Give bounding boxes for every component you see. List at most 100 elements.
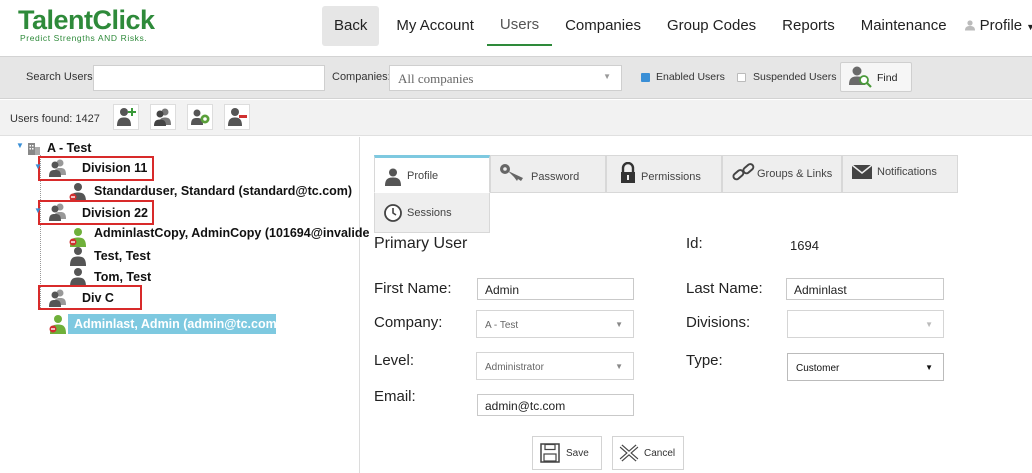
- user-icon: [70, 247, 86, 266]
- cancel-button[interactable]: Cancel: [612, 436, 684, 470]
- envelope-icon: [851, 164, 873, 179]
- tab-groups-links-label: Groups & Links: [757, 168, 833, 180]
- expand-triangle-icon[interactable]: ▼: [16, 141, 24, 150]
- link-icon: [732, 163, 755, 181]
- chevron-down-icon: ▼: [925, 363, 933, 372]
- tree-user-standard[interactable]: Standarduser, Standard (standard@tc.com): [94, 184, 352, 198]
- tab-sessions-label: Sessions: [407, 207, 452, 219]
- company-select-value: A - Test: [485, 320, 519, 331]
- nav-reports[interactable]: Reports: [769, 6, 848, 46]
- nav-my-account[interactable]: My Account: [383, 6, 487, 46]
- first-name-label: First Name:: [374, 280, 452, 297]
- tree-division-22[interactable]: Division 22: [82, 206, 148, 220]
- divisions-select[interactable]: ▼: [787, 310, 944, 338]
- suspended-admin-icon: [49, 315, 66, 334]
- companies-select[interactable]: All companies ▼: [389, 65, 622, 91]
- nav-profile-menu[interactable]: Profile ▼: [960, 6, 1032, 46]
- add-user-icon: [117, 108, 136, 126]
- building-icon: [28, 143, 40, 155]
- search-users-label: Search Users:: [26, 71, 96, 83]
- search-users-input[interactable]: [93, 65, 325, 91]
- cancel-label: Cancel: [644, 448, 676, 459]
- level-label: Level:: [374, 352, 415, 369]
- chevron-down-icon: ▼: [615, 362, 623, 371]
- tree-user-test[interactable]: Test, Test: [94, 249, 151, 263]
- company-select[interactable]: A - Test ▼: [476, 310, 634, 338]
- logo-tagline: Predict Strengths AND Risks.: [20, 33, 148, 43]
- level-select[interactable]: Administrator ▼: [476, 352, 634, 380]
- tab-password[interactable]: Password: [490, 155, 606, 193]
- talentclick-logo[interactable]: TalentClick Predict Strengths AND Risks.: [18, 6, 155, 43]
- tab-profile-label: Profile: [407, 170, 439, 182]
- key-icon: [500, 164, 523, 181]
- tree-user-admincopy[interactable]: AdminlastCopy, AdminCopy (101694@invalid…: [94, 226, 369, 240]
- first-name-input[interactable]: Admin: [477, 278, 634, 300]
- chevron-down-icon: ▼: [925, 320, 933, 329]
- group-icon: [49, 159, 66, 177]
- group-settings-button[interactable]: [187, 104, 213, 130]
- type-label: Type:: [686, 352, 723, 369]
- remove-user-button[interactable]: [224, 104, 250, 130]
- users-toolbar: Users found: 1427: [0, 100, 1032, 136]
- expand-triangle-icon[interactable]: ▼: [34, 206, 42, 215]
- tab-sessions[interactable]: Sessions: [374, 193, 490, 233]
- type-select[interactable]: Customer ▼: [787, 353, 944, 381]
- find-users-icon: [849, 66, 872, 88]
- tree-root-company[interactable]: A - Test: [47, 141, 91, 155]
- id-label: Id:: [686, 235, 703, 252]
- level-select-value: Administrator: [485, 362, 544, 373]
- add-user-button[interactable]: [113, 104, 139, 130]
- suspended-admin-icon: [69, 228, 86, 247]
- company-label: Company:: [374, 314, 443, 331]
- id-value: 1694: [790, 238, 819, 253]
- tree-user-tom[interactable]: Tom, Test: [94, 270, 151, 284]
- save-button[interactable]: Save: [532, 436, 602, 470]
- tab-password-label: Password: [531, 171, 580, 183]
- companies-label: Companies:: [332, 71, 391, 83]
- save-label: Save: [566, 448, 589, 459]
- divisions-label: Divisions:: [686, 314, 751, 331]
- enabled-users-checkbox[interactable]: [641, 73, 650, 82]
- suspended-user-icon: [69, 183, 86, 202]
- expand-triangle-icon[interactable]: ▼: [34, 162, 42, 171]
- group-icon: [49, 203, 66, 221]
- find-button[interactable]: Find: [840, 62, 912, 92]
- tab-notifications[interactable]: Notifications: [842, 155, 958, 193]
- group-icon: [49, 289, 66, 307]
- remove-user-icon: [228, 108, 247, 126]
- header: TalentClick Predict Strengths AND Risks.…: [0, 0, 1032, 54]
- last-name-input[interactable]: Adminlast: [786, 278, 944, 300]
- back-button[interactable]: Back: [322, 6, 380, 46]
- suspended-users-checkbox[interactable]: [737, 73, 746, 82]
- nav-group-codes[interactable]: Group Codes: [654, 6, 769, 46]
- tree-user-admin-selected[interactable]: Adminlast, Admin (admin@tc.com): [68, 314, 281, 334]
- tab-groups-links[interactable]: Groups & Links: [722, 155, 842, 193]
- profile-label: Profile: [979, 17, 1023, 34]
- suspended-users-label: Suspended Users: [753, 71, 837, 83]
- tab-profile[interactable]: Profile: [374, 155, 490, 193]
- chevron-down-icon: ▼: [615, 320, 623, 329]
- users-group-button[interactable]: [150, 104, 176, 130]
- tab-permissions[interactable]: Permissions: [606, 155, 722, 193]
- nav-users[interactable]: Users: [486, 6, 553, 46]
- email-label: Email:: [374, 388, 416, 405]
- clock-icon: [384, 204, 402, 222]
- email-input[interactable]: admin@tc.com: [477, 394, 634, 416]
- find-label: Find: [877, 72, 898, 84]
- section-title: Primary User: [374, 235, 468, 252]
- tree-div-c[interactable]: Div C: [82, 291, 114, 305]
- type-select-value: Customer: [796, 363, 840, 374]
- caret-down-icon: ▼: [1026, 22, 1032, 32]
- cancel-x-icon: [619, 444, 639, 462]
- companies-select-value: All companies: [398, 71, 474, 86]
- floppy-disk-icon: [540, 443, 560, 463]
- users-group-icon: [154, 108, 171, 126]
- tree-division-11[interactable]: Division 11: [82, 161, 147, 175]
- user-tree: ▼ A - Test ▼ Division 11 Standarduser, S…: [0, 137, 369, 473]
- search-bar: Search Users: Companies: All companies ▼…: [0, 56, 1032, 99]
- chevron-down-icon: ▼: [603, 72, 611, 81]
- nav-companies[interactable]: Companies: [552, 6, 654, 46]
- tab-permissions-label: Permissions: [641, 171, 701, 183]
- nav-maintenance[interactable]: Maintenance: [848, 6, 960, 46]
- enabled-users-label: Enabled Users: [656, 71, 725, 83]
